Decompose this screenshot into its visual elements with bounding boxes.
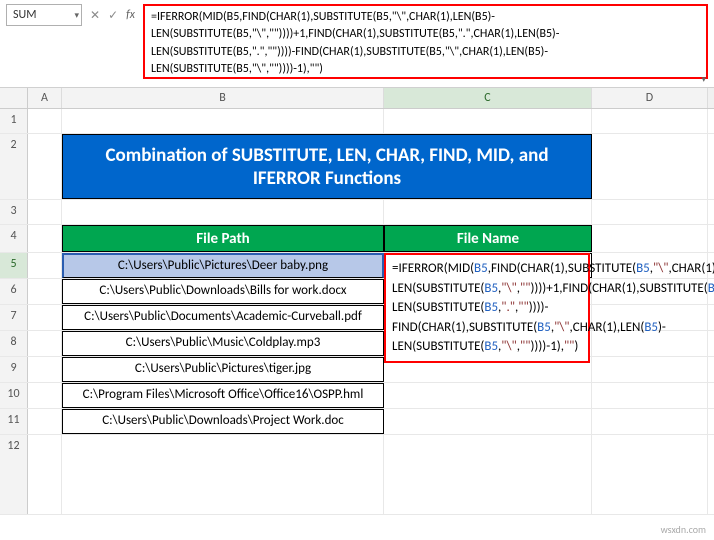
row-header[interactable]: 1 [0,109,28,133]
cell[interactable] [592,134,708,199]
cell[interactable] [28,305,62,330]
row-header[interactable]: 5 [0,253,28,278]
formula-bar-buttons: ✕ ✓ fx [88,4,137,26]
cell[interactable] [62,109,384,133]
row-header[interactable]: 6 [0,279,28,304]
col-header-b[interactable]: B [62,88,384,108]
formula-bar-input[interactable] [143,4,708,79]
cell-b6[interactable]: C:\Users\Public\Downloads\Bills for work… [62,279,384,304]
formula-bar-area: SUM ▾ ✕ ✓ fx ▾ [0,0,714,88]
col-header-a[interactable]: A [28,88,62,108]
cell[interactable] [592,357,708,382]
cell[interactable] [28,200,62,224]
cell[interactable] [384,409,592,434]
cell-b8[interactable]: C:\Users\Public\Music\Coldplay.mp3 [62,331,384,356]
cell-b7[interactable]: C:\Users\Public\Documents\Academic-Curve… [62,305,384,330]
confirm-button[interactable]: ✓ [108,8,118,23]
cell[interactable] [384,200,592,224]
cell-b10[interactable]: C:\Program Files\Microsoft Office\Office… [62,383,384,408]
cell[interactable] [592,435,708,514]
cell[interactable] [384,383,592,408]
spreadsheet: A B C D 1 2 Combination of SUBSTITUTE, L… [0,88,714,515]
watermark: wsxdn.com [661,523,706,536]
name-box[interactable]: SUM ▾ [6,4,82,26]
cell[interactable] [62,200,384,224]
row-header[interactable]: 11 [0,409,28,434]
cell[interactable] [28,225,62,252]
column-headers: A B C D [0,88,714,109]
row-header[interactable]: 10 [0,383,28,408]
fx-icon[interactable]: fx [126,8,135,22]
cell[interactable] [592,200,708,224]
cell[interactable] [592,225,708,252]
cell[interactable] [592,383,708,408]
cell[interactable] [28,331,62,356]
row-header[interactable]: 7 [0,305,28,330]
name-box-dropdown-icon[interactable]: ▾ [74,10,79,21]
cell-b5[interactable]: C:\Users\Public\Pictures\Deer baby.png [62,253,384,278]
cell[interactable] [384,109,592,133]
select-all-corner[interactable] [0,88,28,108]
cell-b9[interactable]: C:\Users\Public\Pictures\tiger.jpg [62,357,384,382]
cell[interactable] [28,279,62,304]
row-header[interactable]: 4 [0,225,28,252]
cell[interactable] [28,357,62,382]
cell[interactable] [384,435,592,514]
cell[interactable] [592,109,708,133]
name-box-value: SUM [13,8,36,22]
cell[interactable] [28,383,62,408]
cancel-button[interactable]: ✕ [90,8,100,23]
row-header[interactable]: 8 [0,331,28,356]
row-header[interactable]: 3 [0,200,28,224]
row-header[interactable]: 9 [0,357,28,382]
in-cell-formula-editor[interactable]: =IFERROR(MID(B5,FIND(CHAR(1),SUBSTITUTE(… [384,253,590,363]
formula-bar-expand-icon[interactable]: ▾ [701,74,706,85]
row-header[interactable]: 12 [0,435,28,514]
cell[interactable] [62,435,384,514]
col-header-d[interactable]: D [592,88,708,108]
title-cell[interactable]: Combination of SUBSTITUTE, LEN, CHAR, FI… [62,134,592,199]
cell[interactable] [28,253,62,278]
col-header-c[interactable]: C [384,88,592,108]
cell[interactable] [592,409,708,434]
cell[interactable] [28,435,62,514]
row-header[interactable]: 2 [0,134,28,199]
title-text: Combination of SUBSTITUTE, LEN, CHAR, FI… [73,144,581,190]
cell[interactable] [28,409,62,434]
cell-b11[interactable]: C:\Users\Public\Downloads\Project Work.d… [62,409,384,434]
header-file-name[interactable]: File Name [384,225,592,252]
header-file-path[interactable]: File Path [62,225,384,252]
grid: 1 2 Combination of SUBSTITUTE, LEN, CHAR… [0,109,714,515]
cell[interactable] [28,109,62,133]
cell[interactable] [28,134,62,199]
